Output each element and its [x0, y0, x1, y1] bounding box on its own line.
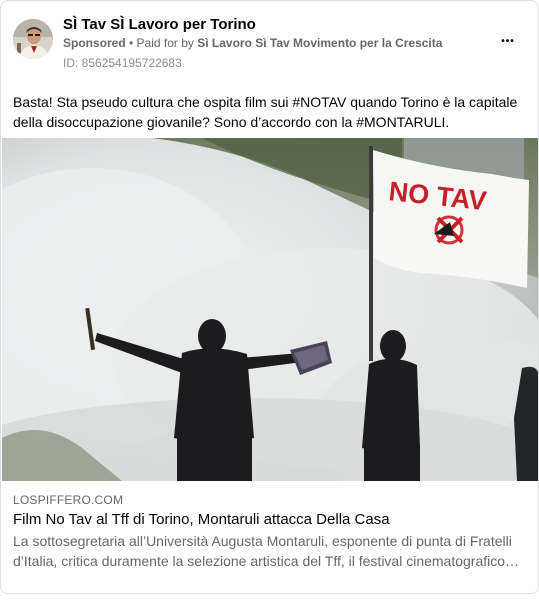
page-name-link[interactable]: SÌ Tav SÌ Lavoro per Torino [63, 16, 256, 33]
paid-for-prefix: Paid for by [136, 36, 198, 50]
ad-post-card: SÌ Tav SÌ Lavoro per Torino Sponsored • … [0, 0, 539, 594]
payer-name[interactable]: Sì Lavoro Sì Tav Movimento per la Cresci… [197, 36, 442, 50]
ad-id: ID: 856254195722683 [63, 56, 182, 70]
link-headline[interactable]: Film No Tav al Tff di Torino, Montaruli … [13, 510, 528, 530]
link-description: La sottosegretaria all’Università August… [13, 533, 520, 569]
post-photo[interactable]: NO TAV [2, 138, 538, 481]
post-text: Basta! Sta pseudo cultura che ospita fil… [13, 94, 518, 130]
post-header: SÌ Tav SÌ Lavoro per Torino Sponsored • … [13, 13, 526, 73]
more-options-button[interactable]: ••• [496, 29, 520, 53]
protest-photo-illustration: NO TAV [2, 138, 538, 481]
link-preview[interactable]: LOSPIFFERO.COM Film No Tav al Tff di Tor… [1, 481, 538, 593]
sponsored-label[interactable]: Sponsored [63, 36, 126, 50]
link-domain: LOSPIFFERO.COM [13, 493, 124, 507]
meta-separator: • [125, 36, 137, 50]
sponsored-line: Sponsored • Paid for by Sì Lavoro Sì Tav… [63, 36, 442, 50]
more-icon: ••• [501, 35, 515, 47]
page-avatar[interactable] [13, 19, 53, 59]
